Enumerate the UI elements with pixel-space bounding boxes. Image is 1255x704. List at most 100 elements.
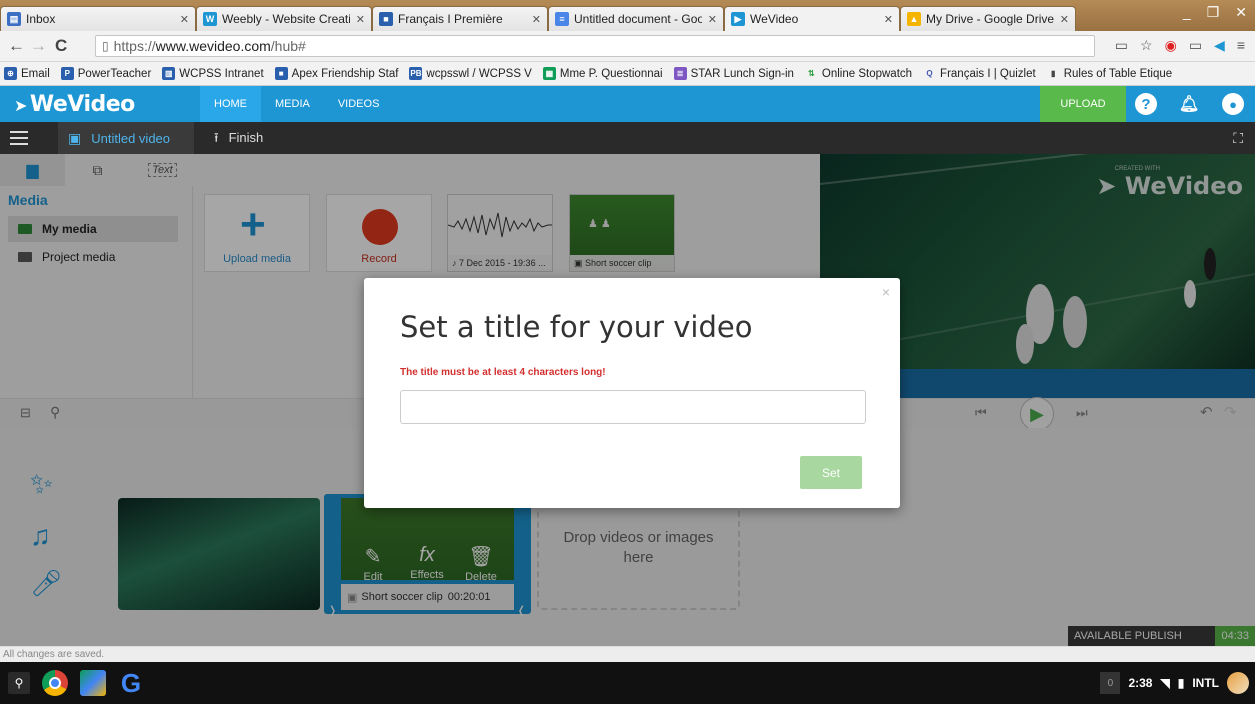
wevideo-logo[interactable]: ➤ WeVideo [14, 92, 135, 117]
system-tray[interactable]: 0 2:38 ◥ ▮ INTL [1100, 672, 1249, 694]
hamburger-menu-icon[interactable] [10, 131, 28, 145]
extension-icon[interactable]: ◉ [1165, 37, 1177, 54]
set-title-dialog: × Set a title for your video The title m… [364, 278, 900, 508]
url-scheme: https:// [113, 38, 156, 54]
bookmark-stopwatch[interactable]: ⇅ Online Stopwatch [804, 67, 913, 80]
close-tab-icon[interactable]: ✕ [884, 13, 893, 26]
wevideo-icon: ▶ [731, 12, 745, 26]
close-icon[interactable]: × [882, 284, 890, 300]
bookmark-wcpsswl[interactable]: PB wcpsswl / WCPSS V [409, 67, 532, 80]
os-taskbar: ⚲ G 0 2:38 ◥ ▮ INTL [0, 662, 1255, 704]
drive-icon: ▲ [907, 12, 921, 26]
bookmark-star-lunch[interactable]: ≣ STAR Lunch Sign-in [673, 67, 794, 80]
extension3-icon[interactable]: ◀ [1214, 37, 1225, 54]
page-icon: ▯ [102, 39, 109, 53]
reload-icon[interactable]: C [55, 36, 67, 56]
nav-videos[interactable]: VIDEOS [324, 86, 394, 122]
toolbar-icons: ▭ ☆ ◉ ▭ ◀ ≡ [1115, 37, 1245, 54]
bookmark-email[interactable]: ⊕ Email [4, 67, 50, 80]
bookmark-label: Email [21, 67, 50, 80]
dialog-title: Set a title for your video [400, 310, 753, 344]
bookmark-powerteacher[interactable]: P PowerTeacher [60, 67, 152, 80]
main-nav: HOME MEDIA VIDEOS [200, 86, 393, 122]
forward-icon[interactable]: → [30, 36, 47, 56]
bookmark-label: Français I | Quizlet [940, 67, 1036, 80]
close-tab-icon[interactable]: ✕ [708, 13, 717, 26]
bookmark-label: Mme P. Questionnai [559, 67, 663, 80]
bookmark-intranet[interactable]: ▥ WCPSS Intranet [162, 67, 264, 80]
close-tab-icon[interactable]: ✕ [1060, 13, 1069, 26]
powerteacher-icon: P [60, 67, 74, 80]
extension2-icon[interactable]: ▭ [1189, 37, 1202, 54]
close-tab-icon[interactable]: ✕ [180, 13, 189, 26]
bookmark-label: Online Stopwatch [821, 67, 913, 80]
restore-icon[interactable]: ❐ [1207, 4, 1220, 21]
tab-wevideo[interactable]: ▶ WeVideo ✕ [724, 6, 900, 31]
tab-francais[interactable]: ■ Français I Première ✕ [372, 6, 548, 31]
chrome-icon[interactable] [42, 670, 68, 696]
help-icon[interactable]: ? [1135, 93, 1157, 115]
address-bar[interactable]: ▯ https://www.wevideo.com/hub# [95, 35, 1095, 57]
finish-button[interactable]: ⭱ Finish [214, 122, 263, 154]
menu-icon[interactable]: ≡ [1237, 37, 1245, 54]
url-host: www.wevideo.com [155, 38, 271, 54]
bell-icon[interactable]: 🔔︎ [1178, 93, 1200, 115]
docs-icon: ≡ [555, 12, 569, 26]
tab-title: WeVideo [750, 12, 799, 26]
weebly-icon: W [203, 12, 217, 26]
close-window-icon[interactable]: ✕ [1235, 4, 1247, 21]
logo-play-icon: ➤ [14, 96, 27, 115]
tab-inbox[interactable]: ▤ Inbox ✕ [0, 6, 196, 31]
quizlet-icon: Q [923, 67, 937, 80]
bookmark-etiquette[interactable]: ▮ Rules of Table Etique [1046, 67, 1173, 80]
app-header: ➤ WeVideo HOME MEDIA VIDEOS UPLOAD ? 🔔︎ ● [0, 86, 1255, 122]
tab-title: Weebly - Website Creati [222, 12, 350, 26]
classroom-icon: ■ [274, 67, 288, 80]
nav-home[interactable]: HOME [200, 86, 261, 122]
tab-google-drive[interactable]: ▲ My Drive - Google Drive ✕ [900, 6, 1076, 31]
bookmark-label: PowerTeacher [77, 67, 152, 80]
logo-text: WeVideo [29, 92, 135, 117]
bookmark-apex[interactable]: ■ Apex Friendship Staf [274, 67, 399, 80]
maps-icon[interactable] [80, 670, 106, 696]
browser-toolbar: ← → C ▯ https://www.wevideo.com/hub# ▭ ☆… [0, 31, 1255, 62]
fullscreen-icon[interactable]: ⛶ [1233, 130, 1243, 147]
cast-icon[interactable]: ▭ [1115, 37, 1128, 54]
pbworks-icon: PB [409, 67, 423, 80]
film-icon: ▣ [68, 129, 82, 146]
google-icon[interactable]: G [118, 670, 144, 696]
user-avatar-icon[interactable]: ● [1222, 93, 1244, 115]
battery-icon: ▮ [1177, 676, 1185, 690]
bookmark-label: Apex Friendship Staf [291, 67, 399, 80]
back-icon[interactable]: ← [8, 36, 25, 56]
star-icon[interactable]: ☆ [1140, 37, 1153, 54]
tab-google-doc[interactable]: ≡ Untitled document - Goo ✕ [548, 6, 724, 31]
wifi-icon: ◥ [1160, 676, 1170, 690]
tab-weebly[interactable]: W Weebly - Website Creati ✕ [196, 6, 372, 31]
tab-title: My Drive - Google Drive [926, 12, 1054, 26]
status-bar: All changes are saved. [0, 646, 1255, 662]
bookmark-label: Rules of Table Etique [1063, 67, 1173, 80]
window-controls: _ ❐ ✕ [1183, 4, 1247, 21]
classroom-icon: ■ [379, 12, 393, 26]
file-icon: ▮ [1046, 67, 1060, 80]
nav-media[interactable]: MEDIA [261, 86, 324, 122]
notification-badge: 0 [1100, 672, 1121, 694]
minimize-icon[interactable]: _ [1183, 4, 1191, 21]
bookmark-label: WCPSS Intranet [179, 67, 264, 80]
tab-title: Untitled document - Goo [574, 12, 702, 26]
search-icon[interactable]: ⚲ [8, 672, 30, 694]
bookmark-questionnaire[interactable]: ▦ Mme P. Questionnai [542, 67, 663, 80]
close-tab-icon[interactable]: ✕ [356, 13, 365, 26]
close-tab-icon[interactable]: ✕ [532, 13, 541, 26]
upload-arrow-icon: ⭱ [214, 130, 219, 145]
video-title-input[interactable] [400, 390, 866, 424]
upload-button[interactable]: UPLOAD [1040, 86, 1126, 122]
keyboard-layout: INTL [1192, 676, 1219, 690]
bookmark-quizlet[interactable]: Q Français I | Quizlet [923, 67, 1036, 80]
project-tab[interactable]: ▣ Untitled video [58, 122, 194, 154]
stopwatch-icon: ⇅ [804, 67, 818, 80]
set-button[interactable]: Set [800, 456, 862, 489]
project-title: Untitled video [91, 130, 171, 146]
globe-icon: ⊕ [4, 67, 17, 80]
